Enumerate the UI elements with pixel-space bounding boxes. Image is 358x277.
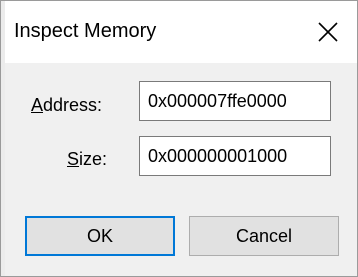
dialog-title: Inspect Memory <box>14 20 157 42</box>
inspect-memory-dialog: Inspect Memory Address: 0x000007ffe0000 … <box>0 0 358 277</box>
size-label-accelerator: S <box>67 149 80 169</box>
size-field[interactable]: 0x000000001000 <box>139 136 331 176</box>
dialog-client-area: Address: 0x000007ffe0000 Size: 0x0000000… <box>5 63 357 276</box>
ok-button[interactable]: OK <box>25 216 175 256</box>
size-label-text: ize: <box>79 149 108 169</box>
address-label: Address: <box>31 94 102 116</box>
address-label-accelerator: A <box>31 95 44 115</box>
address-field[interactable]: 0x000007ffe0000 <box>139 81 331 121</box>
address-label-text: ddress: <box>43 95 103 115</box>
cancel-button[interactable]: Cancel <box>189 216 339 256</box>
close-button[interactable] <box>299 1 357 63</box>
close-icon <box>318 22 338 42</box>
title-bar: Inspect Memory <box>1 1 357 63</box>
size-label: Size: <box>67 148 107 170</box>
